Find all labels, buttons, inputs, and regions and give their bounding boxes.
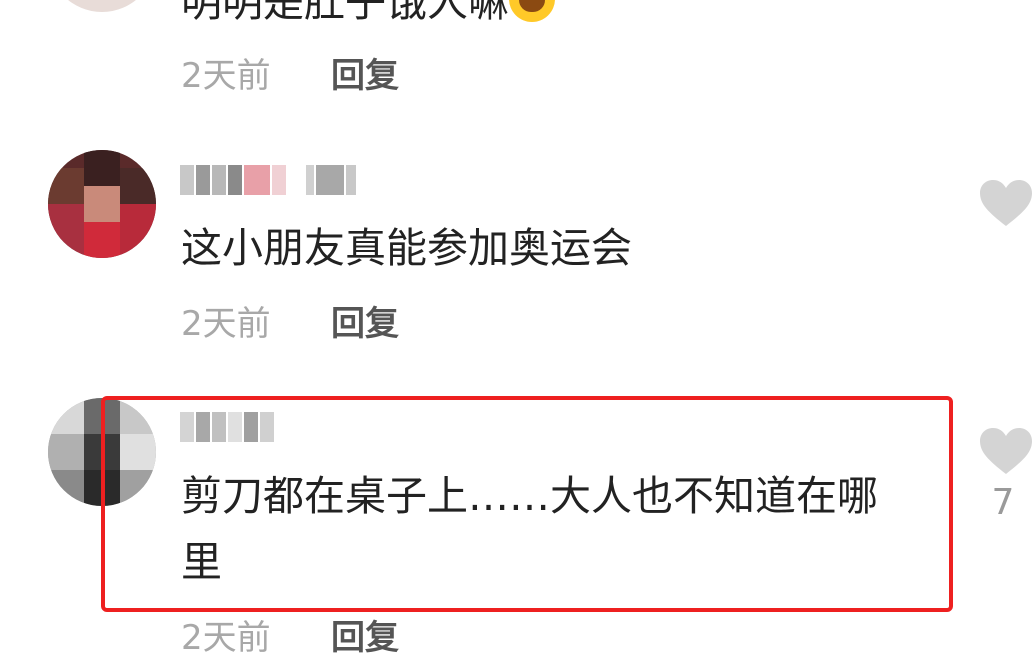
reply-button[interactable]: 回复 xyxy=(331,610,399,659)
comment-text: 明明是肚子饿人嘛 xyxy=(181,0,555,34)
comment-time: 2天前 xyxy=(181,617,271,658)
highlight-box xyxy=(101,396,953,612)
reply-button[interactable]: 回复 xyxy=(331,296,399,345)
comment-meta: 2天前 回复 xyxy=(181,300,399,344)
avatar[interactable] xyxy=(48,0,156,12)
comment-meta: 2天前 回复 xyxy=(181,614,399,658)
like-button[interactable]: 7 xyxy=(978,426,1034,523)
heart-icon xyxy=(980,428,1032,474)
comment-text-content: 明明是肚子饿人嘛 xyxy=(181,0,509,26)
heart-icon xyxy=(980,180,1032,226)
laughing-tears-emoji-icon xyxy=(509,0,555,22)
comment-text: 这小朋友真能参加奥运会 xyxy=(181,224,632,272)
comment-time: 2天前 xyxy=(181,55,271,96)
like-button[interactable] xyxy=(978,178,1034,228)
avatar[interactable] xyxy=(48,150,156,258)
comment-meta: 2天前 回复 xyxy=(181,52,399,96)
reply-button[interactable]: 回复 xyxy=(331,48,399,97)
username-blurred[interactable] xyxy=(180,163,356,197)
comment-time: 2天前 xyxy=(181,303,271,344)
like-count: 7 xyxy=(991,482,1015,523)
